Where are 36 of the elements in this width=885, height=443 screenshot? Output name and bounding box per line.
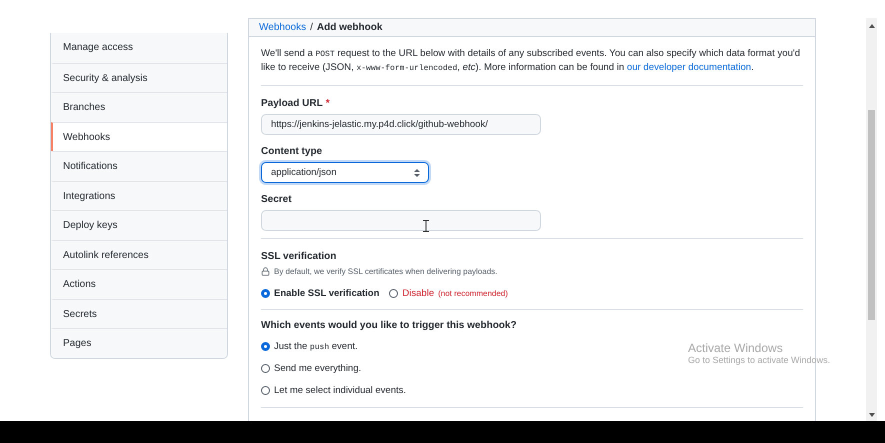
breadcrumb-current: Add webhook: [316, 22, 382, 33]
section-heading: Which events would you like to trigger this webhook?: [261, 320, 518, 331]
select-arrows-icon: [414, 168, 420, 176]
activation-title: Activate Windows: [688, 341, 784, 355]
option-label: Enable SSL verification: [274, 288, 380, 299]
field-label: Secret: [261, 194, 293, 205]
option-label: Just the push event.: [274, 341, 358, 352]
breadcrumb-separator: /: [310, 22, 313, 33]
scroll-down-icon[interactable]: [868, 413, 874, 417]
intro-paragraph: We'll send a POST request to the URL below with details of any subscribed events. You can also specify which data format you'd like to receive (JSON, x-www-form-urlencoded, etc). More information can be found in our developer documentation.: [261, 47, 802, 75]
scrollbar[interactable]: [866, 18, 877, 421]
field-label: Content type: [261, 146, 324, 157]
activation-message: Go to Settings to activate Windows.: [688, 355, 830, 365]
radio-button[interactable]: [389, 289, 398, 298]
sidebar-item[interactable]: Webhooks: [51, 122, 227, 151]
option-hint: (not recommended): [438, 289, 508, 298]
ssl-note: By default, we verify SSL certificates when delivering payloads.: [274, 267, 498, 276]
breadcrumb-link[interactable]: Webhooks: [259, 22, 306, 33]
section-heading: SSL verification: [261, 251, 338, 262]
lock-icon: [261, 267, 270, 276]
option-label: Send me everything.: [274, 363, 362, 374]
scrollbar-thumb[interactable]: [868, 110, 875, 320]
radio-button[interactable]: [261, 386, 270, 395]
scroll-up-icon[interactable]: [868, 24, 874, 28]
secret-field[interactable]: [261, 210, 541, 231]
radio-button[interactable]: [261, 364, 270, 373]
radio-button[interactable]: [261, 342, 270, 351]
radio-button[interactable]: [261, 289, 270, 298]
content-type-select[interactable]: application/json: [261, 162, 429, 183]
sidebar-item[interactable]: Pages: [51, 328, 227, 358]
text-cursor-icon: [423, 220, 429, 232]
option-label: Disable: [402, 288, 434, 299]
documentation-link[interactable]: our developer documentation: [626, 62, 752, 73]
field-label: Payload URL *: [261, 98, 331, 109]
payload-url-field[interactable]: https://jenkins-jelastic.my.p4d.click/github-webhook/: [261, 114, 541, 135]
option-label: Let me select individual events.: [274, 385, 406, 396]
